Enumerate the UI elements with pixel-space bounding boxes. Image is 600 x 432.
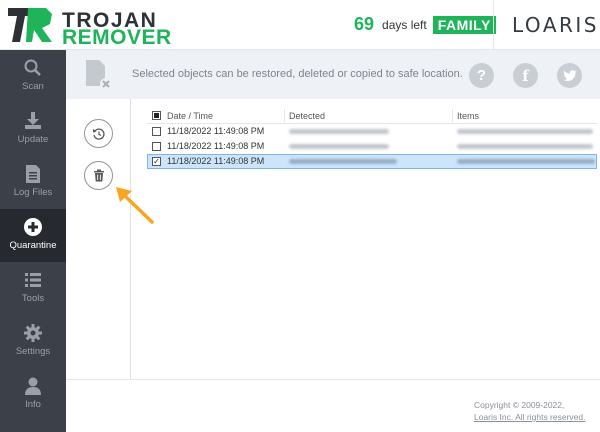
row-date: 11/18/2022 11:49:08 PM — [167, 141, 265, 151]
table-row[interactable]: 11/18/2022 11:49:08 PM — [147, 124, 597, 139]
days-left-count: 69 — [354, 14, 375, 34]
help-button[interactable]: ? — [469, 63, 494, 88]
table-row[interactable]: ✓ 11/18/2022 11:49:08 PM — [147, 154, 597, 169]
sidebar-item-settings[interactable]: Settings — [0, 315, 66, 368]
user-icon — [25, 377, 41, 395]
sidebar-item-label: Info — [25, 399, 41, 410]
item-path-redacted — [457, 144, 593, 149]
list-icon — [25, 273, 41, 287]
app-header: TROJAN REMOVER 69 days left FAMILY LOARI… — [0, 0, 600, 50]
restore-button[interactable] — [84, 119, 113, 148]
info-bar: Selected objects can be restored, delete… — [66, 50, 600, 99]
column-header-items[interactable]: Items — [457, 111, 479, 121]
loaris-brand-logo: LOARIS — [512, 13, 599, 37]
table-header: Date / Time Detected Items — [147, 107, 597, 124]
twitter-icon — [562, 69, 576, 81]
row-date: 11/18/2022 11:49:08 PM — [167, 126, 265, 136]
row-checkbox[interactable]: ✓ — [152, 157, 161, 166]
days-left-label: days left — [382, 17, 427, 32]
trojan-remover-logo: TROJAN REMOVER — [8, 6, 171, 49]
footer-divider — [66, 379, 600, 380]
logo-mark-icon — [8, 8, 52, 42]
detected-name-redacted — [289, 129, 389, 134]
table-row[interactable]: 11/18/2022 11:49:08 PM — [147, 139, 597, 154]
item-path-redacted — [457, 129, 593, 134]
rights-link[interactable]: Loaris Inc. All rights reserved. — [474, 411, 586, 423]
detected-name-redacted — [289, 144, 389, 149]
action-toolbar — [66, 99, 131, 379]
row-date: 11/18/2022 11:49:08 PM — [167, 156, 265, 166]
trash-icon — [93, 169, 104, 182]
twitter-button[interactable] — [557, 63, 582, 88]
sidebar: Scan Update Log Files Quarantine Tools S… — [0, 50, 66, 432]
document-remove-icon — [86, 60, 112, 90]
sidebar-item-info[interactable]: Info — [0, 368, 66, 421]
sidebar-item-scan[interactable]: Scan — [0, 50, 66, 103]
plan-badge: FAMILY — [432, 15, 496, 34]
row-checkbox[interactable] — [152, 127, 161, 136]
copyright: Copyright © 2009-2022, Loaris Inc. All r… — [474, 399, 586, 423]
sidebar-item-update[interactable]: Update — [0, 103, 66, 156]
logo-word-bottom: REMOVER — [62, 26, 172, 49]
gear-icon — [24, 324, 42, 342]
quarantine-table: Date / Time Detected Items 11/18/2022 11… — [147, 107, 597, 169]
pointer-arrow-icon — [116, 187, 154, 224]
document-icon — [26, 165, 40, 183]
select-all-checkbox[interactable] — [152, 111, 161, 120]
license-status: 69 days left FAMILY — [354, 14, 496, 35]
copyright-text: Copyright © 2009-2022, — [474, 400, 565, 410]
sidebar-item-label: Log Files — [13, 187, 53, 198]
download-icon — [25, 112, 41, 129]
item-path-redacted — [457, 159, 595, 164]
plus-circle-icon — [24, 218, 42, 236]
restore-history-icon — [92, 128, 105, 140]
detected-name-redacted — [289, 159, 397, 164]
facebook-button[interactable]: f — [513, 63, 538, 88]
search-icon — [24, 59, 41, 76]
header-divider — [493, 0, 494, 50]
sidebar-item-label: Update — [17, 134, 49, 145]
sidebar-item-label: Quarantine — [9, 240, 57, 251]
sidebar-item-label: Scan — [22, 81, 44, 92]
sidebar-item-label: Tools — [21, 293, 45, 304]
sidebar-item-label: Settings — [15, 346, 51, 357]
column-header-date[interactable]: Date / Time — [167, 111, 213, 121]
info-message: Selected objects can be restored, delete… — [132, 68, 463, 80]
sidebar-item-log-files[interactable]: Log Files — [0, 156, 66, 209]
sidebar-item-quarantine[interactable]: Quarantine — [0, 209, 66, 262]
row-checkbox[interactable] — [152, 142, 161, 151]
column-header-detected[interactable]: Detected — [289, 111, 325, 121]
delete-button[interactable] — [84, 161, 113, 190]
sidebar-item-tools[interactable]: Tools — [0, 262, 66, 315]
